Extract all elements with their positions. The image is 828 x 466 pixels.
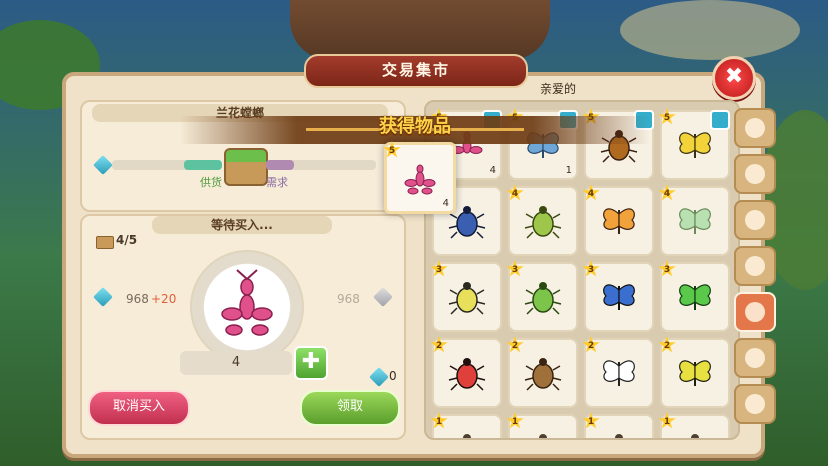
cube-badge-icon <box>710 110 730 130</box>
luna-moth-icon <box>679 208 711 234</box>
orchid-mantis-icon <box>404 164 436 195</box>
item-slot[interactable]: 3 <box>506 260 578 332</box>
capacity-text: 4/5 <box>116 233 138 247</box>
category-tab[interactable] <box>734 292 776 332</box>
background-wooden-structure <box>290 0 550 60</box>
misc-tab-icon <box>745 394 765 414</box>
close-button[interactable]: ✖ <box>712 56 756 100</box>
owned-count: 0 <box>389 369 397 383</box>
cricket-icon <box>524 358 562 391</box>
item-slot[interactable]: 5 <box>658 108 730 180</box>
scarab-beetle-icon <box>524 282 562 315</box>
demand-bar-fill <box>266 160 294 170</box>
insect-icon <box>615 434 623 438</box>
white-butterfly-icon <box>603 360 635 386</box>
price-delta: +20 <box>151 292 177 306</box>
item-slot[interactable]: 2 <box>506 336 578 408</box>
insect-icon <box>691 434 699 438</box>
category-tab[interactable] <box>734 200 776 240</box>
item-slot[interactable]: 1 <box>658 412 730 438</box>
flower-tab-icon <box>745 210 765 230</box>
category-tab[interactable] <box>734 338 776 378</box>
beetle-tab-icon <box>745 302 765 322</box>
category-tab[interactable] <box>734 384 776 424</box>
quantity-display: 4 <box>180 351 292 375</box>
market-stall-icon <box>224 148 268 186</box>
obtain-title: 获得物品 <box>379 116 451 137</box>
crate-icon <box>96 236 114 249</box>
green-swallowtail-icon <box>679 284 711 310</box>
item-slot[interactable]: 3 <box>430 260 502 332</box>
supply-label: 供货 <box>200 176 222 189</box>
insect-icon <box>463 434 471 438</box>
price-value: 968 <box>126 292 149 306</box>
category-tab[interactable] <box>734 154 776 194</box>
plus-icon: ✚ <box>301 349 321 374</box>
supply-bar <box>112 160 222 170</box>
insect-icon <box>539 434 547 438</box>
category-tab[interactable] <box>734 246 776 286</box>
item-slot[interactable]: 4 <box>658 184 730 256</box>
fish-tab-icon <box>745 256 765 276</box>
item-slot[interactable]: 1 <box>506 412 578 438</box>
item-slot[interactable]: 1 <box>430 412 502 438</box>
item-slot[interactable]: 2 <box>430 336 502 408</box>
item-slot[interactable]: 3 <box>582 260 654 332</box>
firefly-icon <box>448 282 486 315</box>
item-count: 4 <box>489 165 496 176</box>
item-slot[interactable]: 2 <box>658 336 730 408</box>
supply-bar-fill <box>183 160 222 170</box>
collect-button[interactable]: 领取 <box>300 390 400 426</box>
item-grid: 54 51 5 5 4 4 4 4 3 3 3 3 2 2 <box>424 100 740 440</box>
item-slot[interactable]: 1 <box>582 412 654 438</box>
item-count: 1 <box>565 165 572 176</box>
item-slot[interactable]: 4 <box>506 184 578 256</box>
yellow-black-butterfly-icon <box>679 360 711 386</box>
blue-black-butterfly-icon <box>603 284 635 310</box>
price-right: 968 <box>337 292 360 306</box>
demand-bar <box>266 160 376 170</box>
yellow-butterfly-icon <box>679 132 711 158</box>
cancel-buy-button[interactable]: 取消买入 <box>88 390 190 426</box>
close-icon: ✖ <box>724 64 744 89</box>
wheat-tab-icon <box>745 118 765 138</box>
category-tab[interactable] <box>734 108 776 148</box>
grain-tab-icon <box>745 164 765 184</box>
window-title: 交易集市 <box>304 54 528 88</box>
grid-header: 亲爱的 <box>540 82 577 96</box>
background-rock <box>620 0 800 60</box>
increase-quantity-button[interactable]: ✚ <box>294 346 328 380</box>
pending-item-circle <box>190 250 304 364</box>
monarch-butterfly-icon <box>603 208 635 234</box>
item-slot[interactable]: 3 <box>658 260 730 332</box>
buy-status-title: 等待买入... <box>152 216 332 234</box>
green-beetle-icon <box>524 206 562 239</box>
obtained-item-card[interactable]: 5 4 <box>383 141 456 214</box>
item-slot[interactable]: 4 <box>582 184 654 256</box>
shell-tab-icon <box>745 348 765 368</box>
ladybug-icon <box>448 358 486 391</box>
obtained-count: 4 <box>442 198 449 209</box>
demand-label: 需求 <box>266 176 288 189</box>
item-slot[interactable]: 2 <box>582 336 654 408</box>
orchid-mantis-icon <box>221 269 273 336</box>
